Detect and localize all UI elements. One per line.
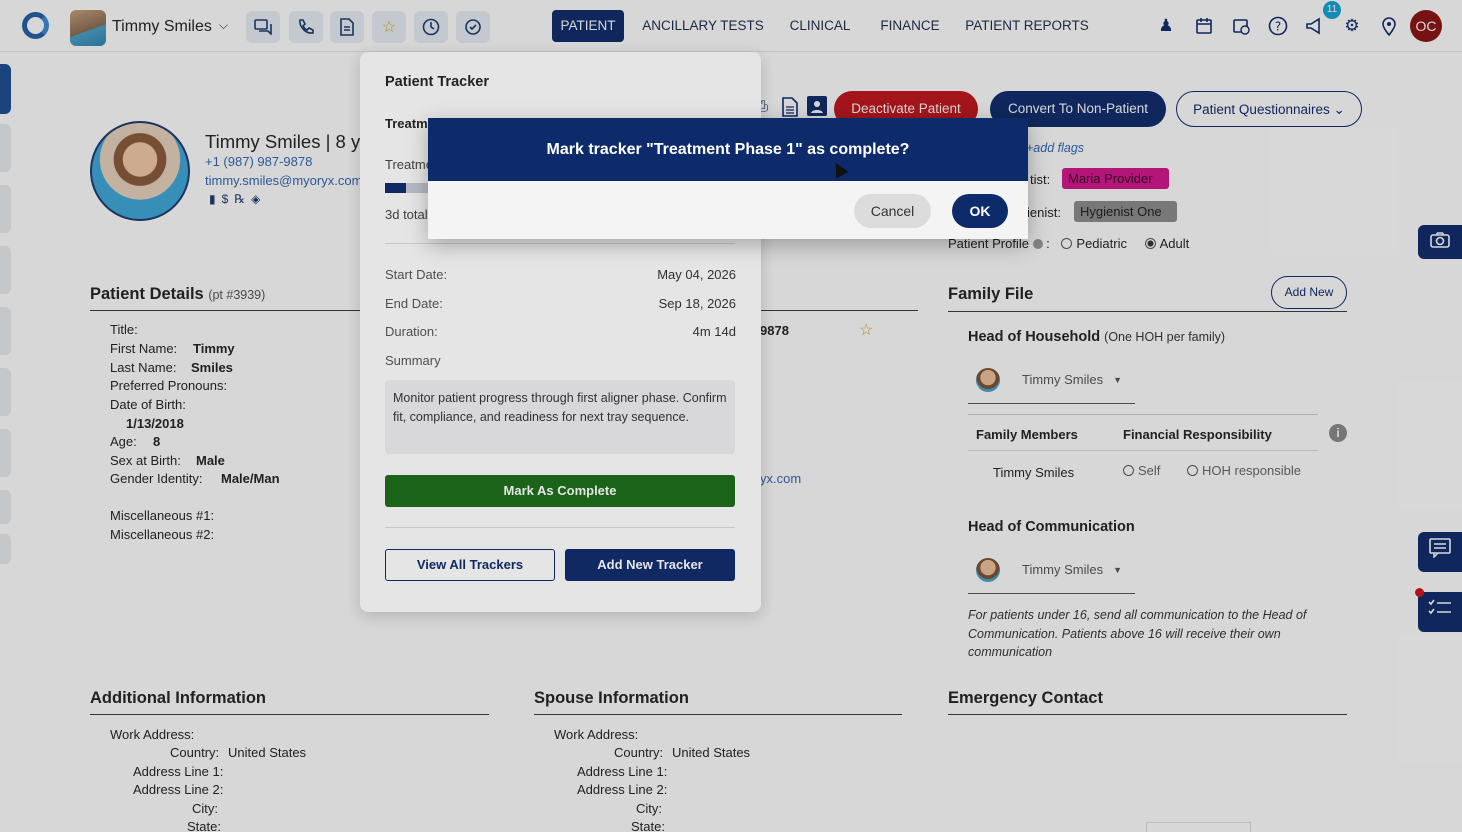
confirm-message: Mark tracker "Treatment Phase 1" as comp…: [428, 118, 1028, 181]
ok-button[interactable]: OK: [952, 194, 1008, 228]
cancel-button[interactable]: Cancel: [854, 194, 931, 228]
confirm-dialog: Mark tracker "Treatment Phase 1" as comp…: [428, 118, 1028, 239]
